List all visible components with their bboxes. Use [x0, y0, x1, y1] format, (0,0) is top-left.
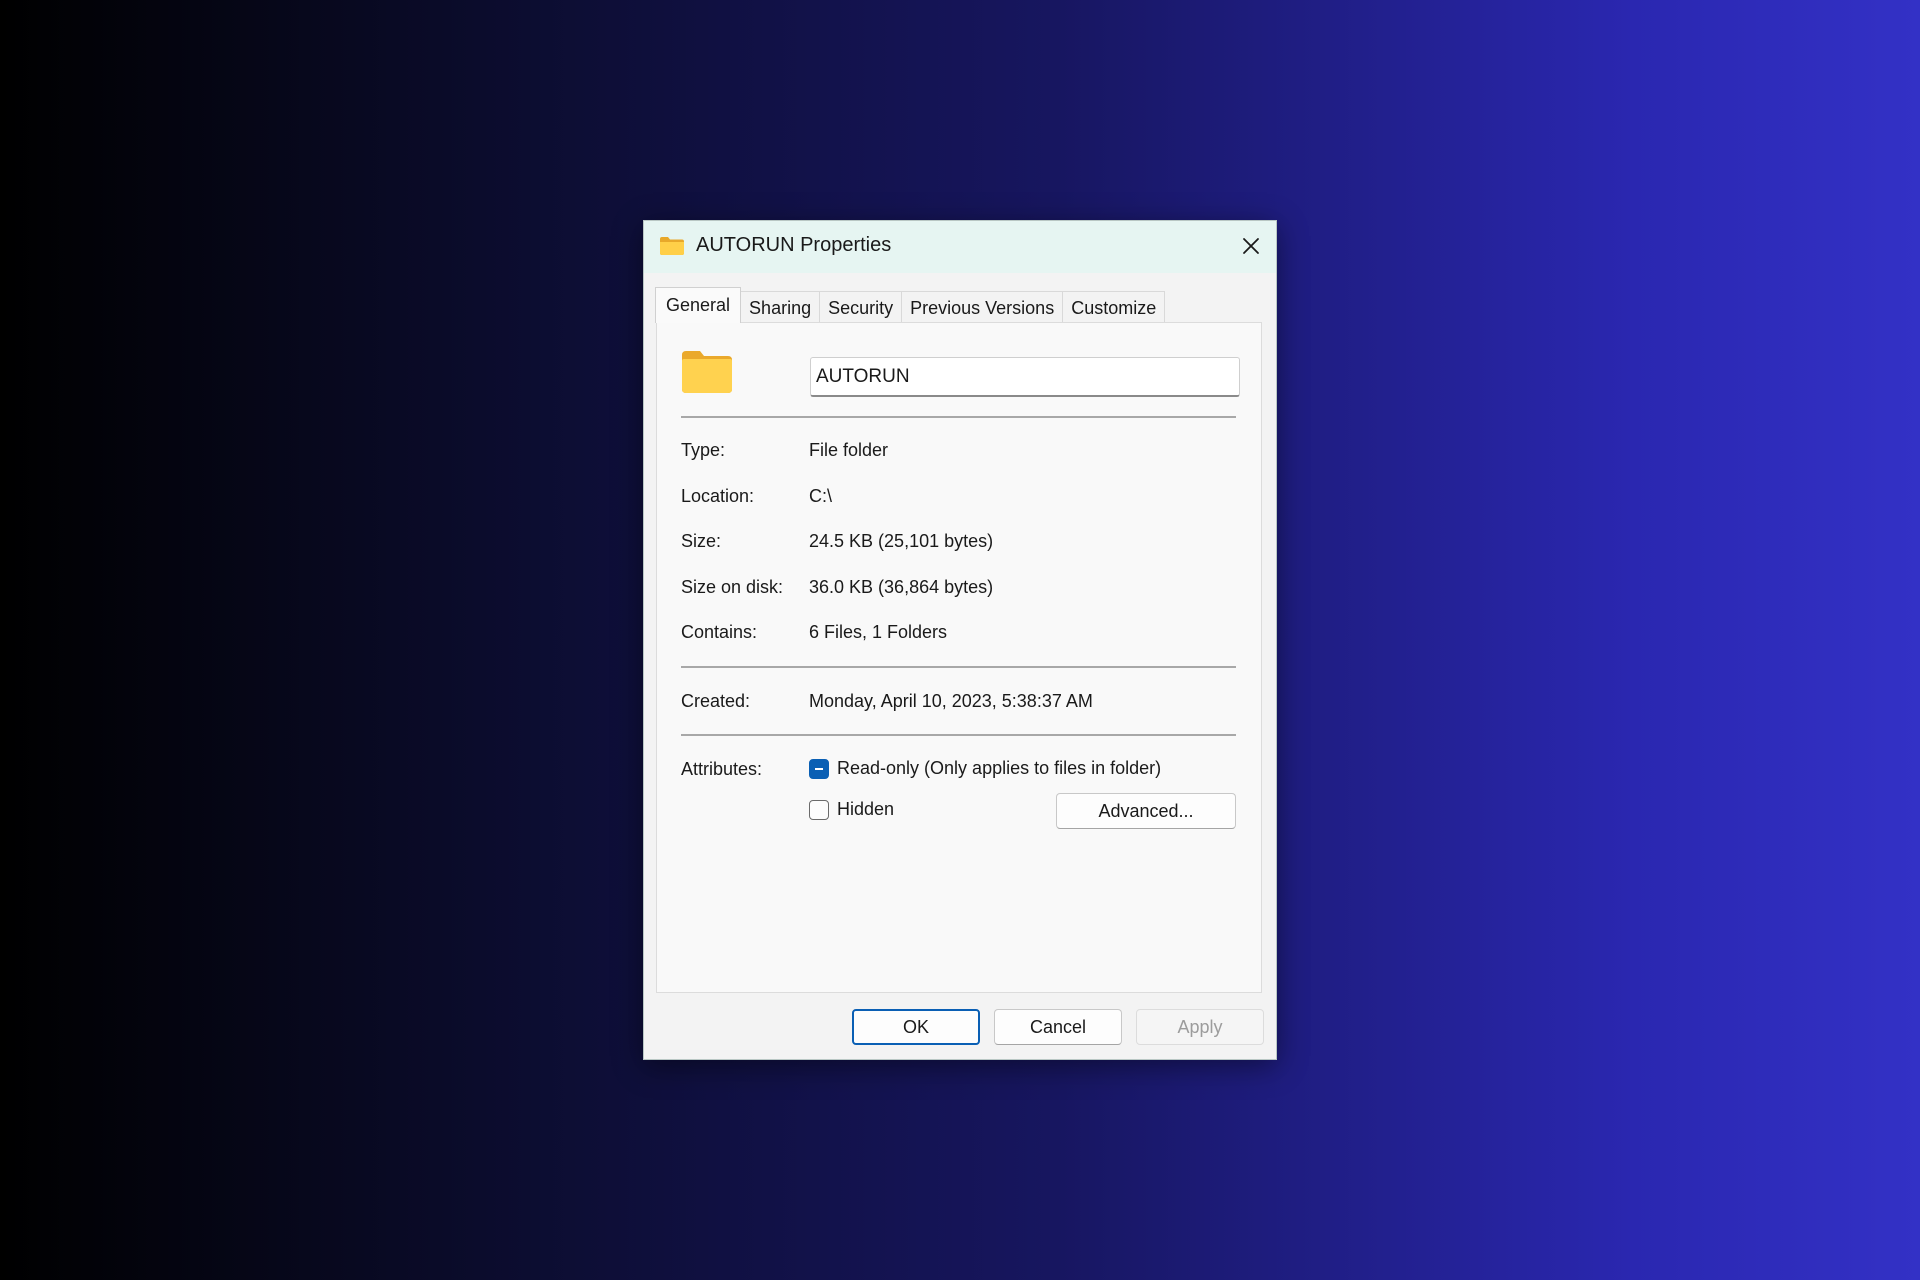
readonly-checkbox[interactable] — [809, 758, 829, 779]
size-label: Size: — [681, 531, 722, 551]
folder-icon — [659, 236, 685, 256]
location-label: Location: — [681, 486, 755, 506]
type-label: Type: — [681, 440, 726, 460]
ok-button[interactable]: OK — [852, 1009, 980, 1045]
readonly-label: Read-only (Only applies to files in fold… — [837, 758, 1162, 778]
contains-label: Contains: — [681, 622, 758, 642]
readonly-checkbox-row[interactable]: Read-only (Only applies to files in fold… — [809, 758, 1161, 779]
cancel-button[interactable]: Cancel — [994, 1009, 1122, 1045]
apply-button[interactable]: Apply — [1136, 1009, 1264, 1045]
tab-customize[interactable]: Customize — [1062, 291, 1166, 323]
close-icon — [1243, 238, 1259, 254]
location-value: C:\ — [809, 486, 833, 506]
created-value: Monday, April 10, 2023, 5:38:37 AM — [809, 691, 1093, 711]
tab-previous-versions[interactable]: Previous Versions — [901, 291, 1064, 323]
dialog-title: AUTORUN Properties — [696, 234, 892, 256]
type-value: File folder — [809, 440, 889, 460]
properties-dialog: AUTORUN Properties General Sharing Secur… — [643, 220, 1277, 1060]
tab-security[interactable]: Security — [819, 291, 903, 323]
folder-icon — [682, 351, 732, 393]
divider — [681, 666, 1236, 668]
size-on-disk-label: Size on disk: — [681, 577, 784, 597]
size-on-disk-value: 36.0 KB (36,864 bytes) — [809, 577, 994, 597]
tab-strip: General Sharing Security Previous Versio… — [655, 287, 1166, 323]
hidden-checkbox[interactable] — [809, 799, 829, 820]
general-panel: Type: File folder Location: C:\ Size: 24… — [656, 322, 1262, 993]
size-value: 24.5 KB (25,101 bytes) — [809, 531, 994, 551]
folder-name-input[interactable] — [810, 357, 1240, 397]
tab-sharing[interactable]: Sharing — [740, 291, 821, 323]
advanced-button[interactable]: Advanced... — [1056, 793, 1236, 829]
tab-general[interactable]: General — [655, 287, 742, 323]
divider — [681, 734, 1236, 736]
divider — [681, 416, 1236, 418]
close-button[interactable] — [1238, 233, 1264, 259]
contains-value: 6 Files, 1 Folders — [809, 622, 948, 642]
attributes-label: Attributes: — [681, 759, 763, 779]
created-label: Created: — [681, 691, 751, 711]
title-bar[interactable]: AUTORUN Properties — [644, 221, 1276, 273]
hidden-label: Hidden — [837, 799, 895, 819]
hidden-checkbox-row[interactable]: Hidden — [809, 799, 894, 820]
